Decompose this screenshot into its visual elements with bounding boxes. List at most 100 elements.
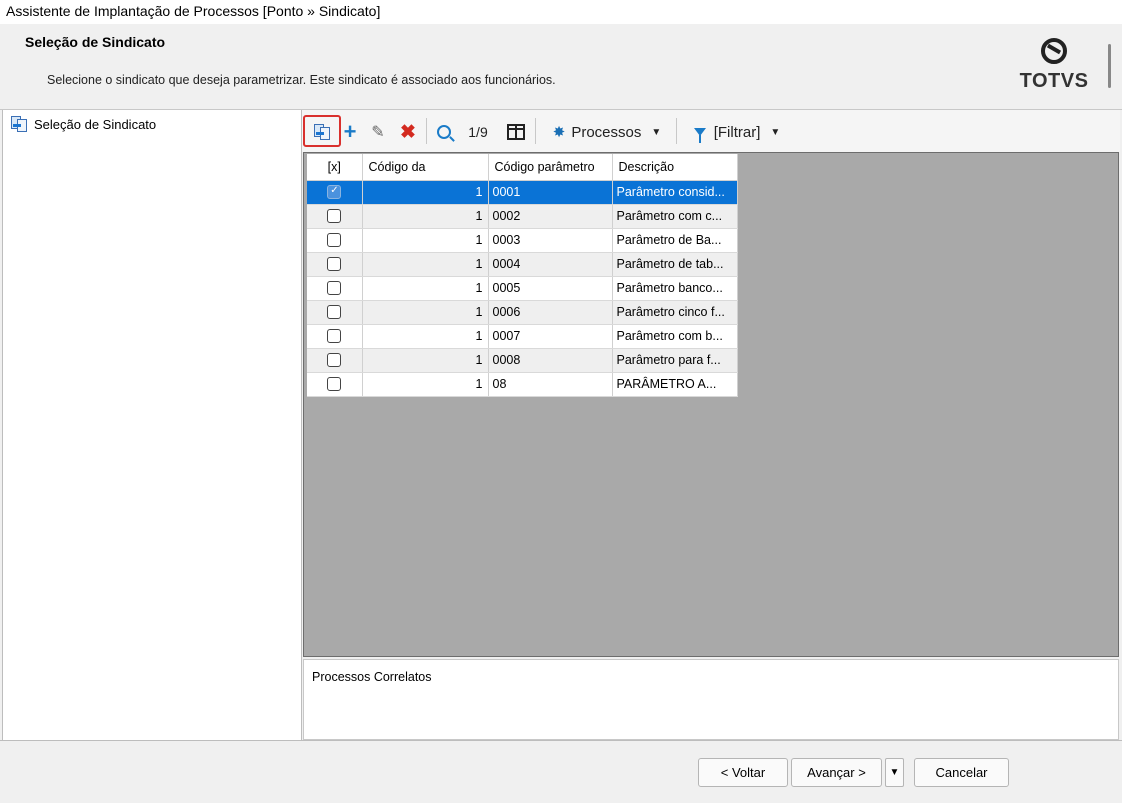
column-header-select[interactable]: [x] [307,154,363,181]
column-header-codigo-da[interactable]: Código da [362,154,489,181]
grid-toolbar: + ✎ ✖ 1/9 ✸ Processos ▼ [Filtrar] ▼ [302,110,1120,152]
edit-button[interactable]: ✎ [368,118,388,146]
cell-codigo-parametro: 0007 [488,324,613,349]
cell-codigo-parametro: 0006 [488,300,613,325]
record-position: 1/9 [462,118,494,146]
table-row[interactable]: 1 0004 Parâmetro de tab... [307,252,738,277]
cell-codigo-parametro: 0003 [488,228,613,253]
row-checkbox[interactable] [327,209,342,224]
grid-area: [x] Código da Código parâmetro Descrição… [303,152,1119,657]
totvs-logo-icon [1041,38,1067,64]
cell-codigo-parametro: 08 [488,372,613,397]
table-row[interactable]: 1 08 PARÂMETRO A... [307,372,738,397]
cell-codigo-da: 1 [362,372,489,397]
header-scrollbar[interactable] [1108,44,1111,88]
table-row[interactable]: 1 0008 Parâmetro para f... [307,348,738,373]
table-row[interactable]: 1 0001 Parâmetro consid... [307,180,738,205]
filter-icon [693,128,706,143]
cell-descricao: Parâmetro com c... [612,204,738,229]
table-row[interactable]: 1 0005 Parâmetro banco... [307,276,738,301]
table-row[interactable]: 1 0007 Parâmetro com b... [307,324,738,349]
toolbar-separator [676,118,677,144]
row-checkbox[interactable] [327,353,342,368]
row-checkbox[interactable] [327,185,342,200]
gear-icon: ✸ [552,124,566,141]
columns-icon [507,124,525,140]
multi-select-button[interactable] [303,115,341,147]
page-description: Selecione o sindicato que deseja paramet… [47,73,556,87]
table-row[interactable]: 1 0006 Parâmetro cinco f... [307,300,738,325]
totvs-logo: TOTVS [1016,38,1092,98]
filter-label: [Filtrar] [713,123,761,141]
cell-codigo-da: 1 [362,228,489,253]
logo-text: TOTVS [1019,70,1089,92]
cell-descricao: Parâmetro de Ba... [612,228,738,253]
documents-icon [10,115,28,133]
search-button[interactable] [434,118,454,146]
cancel-button[interactable]: Cancelar [914,758,1009,787]
cell-descricao: Parâmetro para f... [612,348,738,373]
columns-button[interactable] [505,118,527,146]
column-header-descricao[interactable]: Descrição [612,154,738,181]
cell-codigo-da: 1 [362,300,489,325]
chevron-down-icon: ▼ [770,126,781,138]
processes-dropdown[interactable]: ✸ Processos ▼ [546,118,668,146]
grid-header-row: [x] Código da Código parâmetro Descrição [307,154,738,181]
toolbar-separator [535,118,536,144]
row-checkbox[interactable] [327,281,342,296]
row-checkbox[interactable] [327,305,342,320]
cell-codigo-parametro: 0005 [488,276,613,301]
next-options-dropdown[interactable]: ▼ [885,758,904,787]
filter-dropdown[interactable]: [Filtrar] ▼ [686,118,788,146]
table-row[interactable]: 1 0002 Parâmetro com c... [307,204,738,229]
cell-codigo-parametro: 0008 [488,348,613,373]
window-titlebar: Assistente de Implantação de Processos [… [0,0,1122,24]
cell-descricao: PARÂMETRO A... [612,372,738,397]
cell-codigo-da: 1 [362,252,489,277]
wizard-steps-tree: Seleção de Sindicato [2,110,302,740]
cell-codigo-da: 1 [362,348,489,373]
cell-descricao: Parâmetro consid... [612,180,738,205]
close-icon: ✖ [400,121,416,143]
highlight-box [303,115,341,147]
cell-codigo-parametro: 0002 [488,204,613,229]
row-checkbox[interactable] [327,377,342,392]
toolbar-separator [426,118,427,144]
next-button[interactable]: Avançar > [791,758,882,787]
record-position-text: 1/9 [468,124,488,140]
tree-item-label: Seleção de Sindicato [34,116,157,132]
related-processes-label: Processos Correlatos [312,670,432,684]
cell-codigo-parametro: 0004 [488,252,613,277]
processes-label: Processos [571,123,642,141]
column-header-codigo-parametro[interactable]: Código parâmetro [488,154,613,181]
cell-codigo-da: 1 [362,276,489,301]
pencil-icon: ✎ [371,124,385,141]
cell-codigo-da: 1 [362,204,489,229]
table-row[interactable]: 1 0003 Parâmetro de Ba... [307,228,738,253]
cell-descricao: Parâmetro com b... [612,324,738,349]
add-button[interactable]: + [340,118,360,146]
row-checkbox[interactable] [327,257,342,272]
related-processes-panel: Processos Correlatos [303,659,1119,740]
cell-descricao: Parâmetro banco... [612,276,738,301]
row-checkbox[interactable] [327,329,342,344]
tree-item-selecao-sindicato[interactable]: Seleção de Sindicato [10,115,156,133]
cell-codigo-parametro: 0001 [488,180,613,205]
wizard-header: Seleção de Sindicato Selecione o sindica… [0,24,1122,110]
back-button[interactable]: < Voltar [698,758,788,787]
chevron-down-icon: ▼ [651,126,662,138]
row-checkbox[interactable] [327,233,342,248]
plus-icon: + [343,119,357,144]
delete-button[interactable]: ✖ [398,118,418,146]
window-title: Assistente de Implantação de Processos [… [6,3,381,19]
page-title: Seleção de Sindicato [25,34,166,50]
cell-codigo-da: 1 [362,180,489,205]
cell-descricao: Parâmetro de tab... [612,252,738,277]
search-icon [437,125,451,139]
chevron-down-icon: ▼ [889,767,900,778]
main-panel: + ✎ ✖ 1/9 ✸ Processos ▼ [Filtrar] ▼ [x] … [302,110,1120,740]
wizard-footer: < Voltar Avançar > ▼ Cancelar [0,740,1122,803]
cell-codigo-da: 1 [362,324,489,349]
data-grid: [x] Código da Código parâmetro Descrição… [307,154,738,397]
cell-descricao: Parâmetro cinco f... [612,300,738,325]
